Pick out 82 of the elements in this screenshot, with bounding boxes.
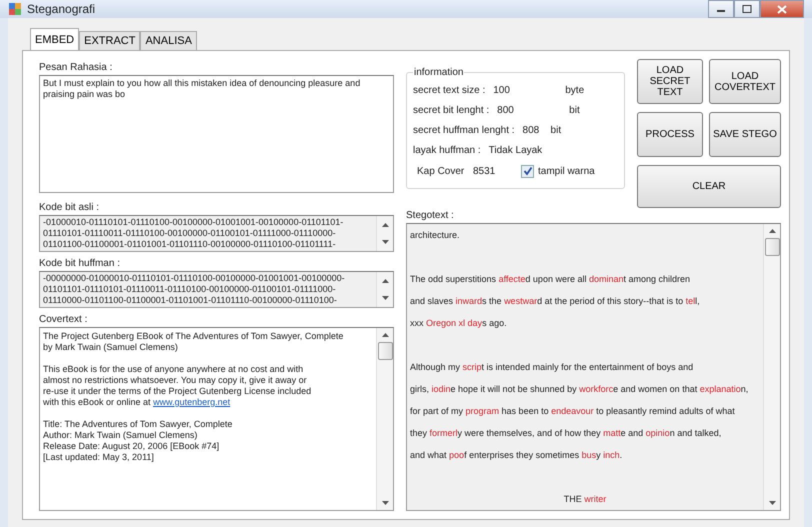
stegotext-line: architecture. bbox=[410, 229, 461, 242]
stegotext-field[interactable] bbox=[406, 223, 781, 511]
covertext-line: re-use it under the terms of the Project Gutenberg License included bbox=[43, 386, 312, 397]
info-value: 100 bbox=[493, 84, 511, 96]
covertext-line: This eBook is for the use of anyone anywhere at no cost and with bbox=[43, 363, 304, 375]
scrollbar[interactable] bbox=[376, 272, 393, 307]
action-button[interactable]: PROCESS bbox=[637, 112, 703, 157]
info-label: Kap Cover bbox=[417, 166, 466, 176]
maximize-button[interactable] bbox=[734, 0, 760, 18]
secret-message-field[interactable]: But I must explain to you how all this mistaken idea of denouncing pleasure and praising pain was bo bbox=[39, 75, 394, 193]
covertext-field[interactable] bbox=[39, 327, 394, 511]
link[interactable]: www.gutenberg.net bbox=[153, 397, 230, 407]
down-arrow-icon[interactable] bbox=[382, 240, 388, 244]
covertext-line: Title: The Adventures of Tom Sawyer, Complete bbox=[43, 418, 234, 430]
tab[interactable]: EMBED bbox=[30, 28, 80, 50]
info-value: 808 bbox=[522, 124, 540, 136]
scroll-thumb[interactable] bbox=[378, 342, 392, 360]
info-label: layak huffman : bbox=[413, 144, 481, 156]
check-icon bbox=[522, 166, 532, 176]
info-unit: bit bbox=[569, 104, 580, 116]
field-label: Kode bit asli : bbox=[39, 202, 100, 213]
field-label: Stegotext : bbox=[406, 210, 455, 221]
scrollbar[interactable] bbox=[376, 328, 393, 510]
stegotext-line: for part of my program has been to endeavour to pleasantly remind adults of what bbox=[410, 405, 736, 418]
covertext-line: with this eBook or online at www.gutenberg.net bbox=[43, 397, 232, 408]
covertext-line: The Project Gutenberg EBook of The Adventures of Tom Sawyer, Complete bbox=[43, 331, 344, 342]
stegotext-line: THE writer bbox=[562, 493, 608, 506]
field-label: Kode bit huffman : bbox=[39, 258, 121, 269]
covertext-line: Release Date: August 20, 2006 [EBook #74] bbox=[43, 441, 220, 452]
up-arrow-icon[interactable] bbox=[382, 222, 388, 227]
action-button[interactable]: SAVE STEGO bbox=[709, 112, 781, 157]
scrollbar[interactable] bbox=[376, 216, 393, 251]
show-color-checkbox[interactable]: tampil warna bbox=[521, 164, 595, 178]
close-icon bbox=[777, 4, 787, 14]
up-arrow-icon[interactable] bbox=[382, 333, 388, 337]
original-bits-field[interactable]: -01000010-01110101-01110100-00100000-01001001-00100000-01101101- 01110101-01110011-01110100-00100000-01100101-01111000-01110000- 01101100-01100001-01101001-01101110-00100000-01110100-01101111- bbox=[39, 215, 394, 252]
bit-line: -00000000-01000010-01110101-01110100-00100000-01001001-00100000- bbox=[43, 273, 346, 284]
stegotext-line: girls, iodine hope it will not be shunned by workforce and women on that explanation, bbox=[410, 383, 750, 396]
scrollbar[interactable] bbox=[763, 224, 780, 510]
scroll-thumb[interactable] bbox=[764, 238, 780, 256]
info-value: Tidak Layak bbox=[488, 144, 542, 156]
stegotext-line: Although my script is intended mainly for the entertainment of boys and bbox=[410, 361, 694, 374]
covertext-line: Author: Mark Twain (Samuel Clemens) bbox=[43, 430, 198, 441]
bit-line: -01000010-01110101-01110100-00100000-01001001-00100000-01101101- bbox=[43, 217, 344, 228]
covertext-line: [Last updated: May 3, 2011] bbox=[43, 452, 155, 463]
info-value: 800 bbox=[497, 104, 515, 116]
info-label: secret bit lenght : bbox=[413, 104, 490, 116]
stegotext-line: xxx Oregon xl days ago. bbox=[410, 317, 508, 330]
action-button[interactable]: LOAD COVERTEXT bbox=[709, 59, 781, 104]
stegotext-line: they formerly were themselves, and of how they matte and opinion and talked, bbox=[410, 427, 722, 440]
bit-line: 01110101-01110011-01110100-00100000-01100101-01111000-01110000- bbox=[43, 228, 337, 239]
tab[interactable]: EXTRACT bbox=[79, 31, 140, 50]
stegotext-line: The odd superstitions affected upon were all dominant among children bbox=[410, 273, 692, 286]
down-arrow-icon[interactable] bbox=[382, 501, 388, 505]
down-arrow-icon[interactable] bbox=[382, 296, 388, 300]
bit-line: 01101100-01100001-01101001-01101110-00100000-01110100-01101111- bbox=[43, 239, 337, 250]
stegotext-line: and what poof enterprises they sometimes busy inch. bbox=[410, 449, 624, 462]
up-arrow-icon[interactable] bbox=[382, 278, 388, 283]
info-unit: byte bbox=[565, 84, 584, 96]
close-button[interactable] bbox=[760, 0, 804, 18]
action-button[interactable]: CLEAR bbox=[637, 165, 781, 208]
up-arrow-icon[interactable] bbox=[768, 229, 776, 233]
info-value: 8531 bbox=[473, 166, 496, 176]
action-button[interactable]: LOAD SECRET TEXT bbox=[637, 59, 703, 104]
app-icon bbox=[8, 2, 22, 16]
field-label: Pesan Rahasia : bbox=[39, 62, 114, 73]
bit-line: 01110000-01101100-01100001-01101001-01101110-00100000-01110100- bbox=[43, 295, 338, 306]
minimize-button[interactable] bbox=[708, 0, 734, 18]
info-label: secret huffman lenght : bbox=[413, 124, 515, 136]
huffman-bits-field[interactable]: -00000000-01000010-01110101-01110100-00100000-01001001-00100000- 01101101-01110101-01110011-01110100-00100000-01100101-01111000- 01110000-01101100-01100001-01101001-01101110-00100000-01110100- bbox=[39, 271, 394, 308]
group-title: information bbox=[413, 67, 464, 78]
bit-line: 01101101-01110101-01110011-01110100-00100000-01100101-01111000- bbox=[43, 284, 337, 295]
info-label: secret text size : bbox=[413, 84, 486, 96]
window-title: Steganografi bbox=[27, 2, 96, 16]
info-unit: bit bbox=[550, 124, 562, 136]
covertext-line: by Mark Twain (Samuel Clemens) bbox=[43, 342, 179, 353]
down-arrow-icon[interactable] bbox=[768, 501, 776, 505]
field-label: Covertext : bbox=[39, 314, 88, 325]
stegotext-line: and slaves inwards the westward at the period of this story--that is to tell, bbox=[410, 295, 701, 308]
tab[interactable]: ANALISA bbox=[140, 31, 197, 50]
maximize-icon bbox=[742, 5, 752, 13]
covertext-line: almost no restrictions whatsoever. You may copy it, give it away or bbox=[43, 375, 308, 386]
